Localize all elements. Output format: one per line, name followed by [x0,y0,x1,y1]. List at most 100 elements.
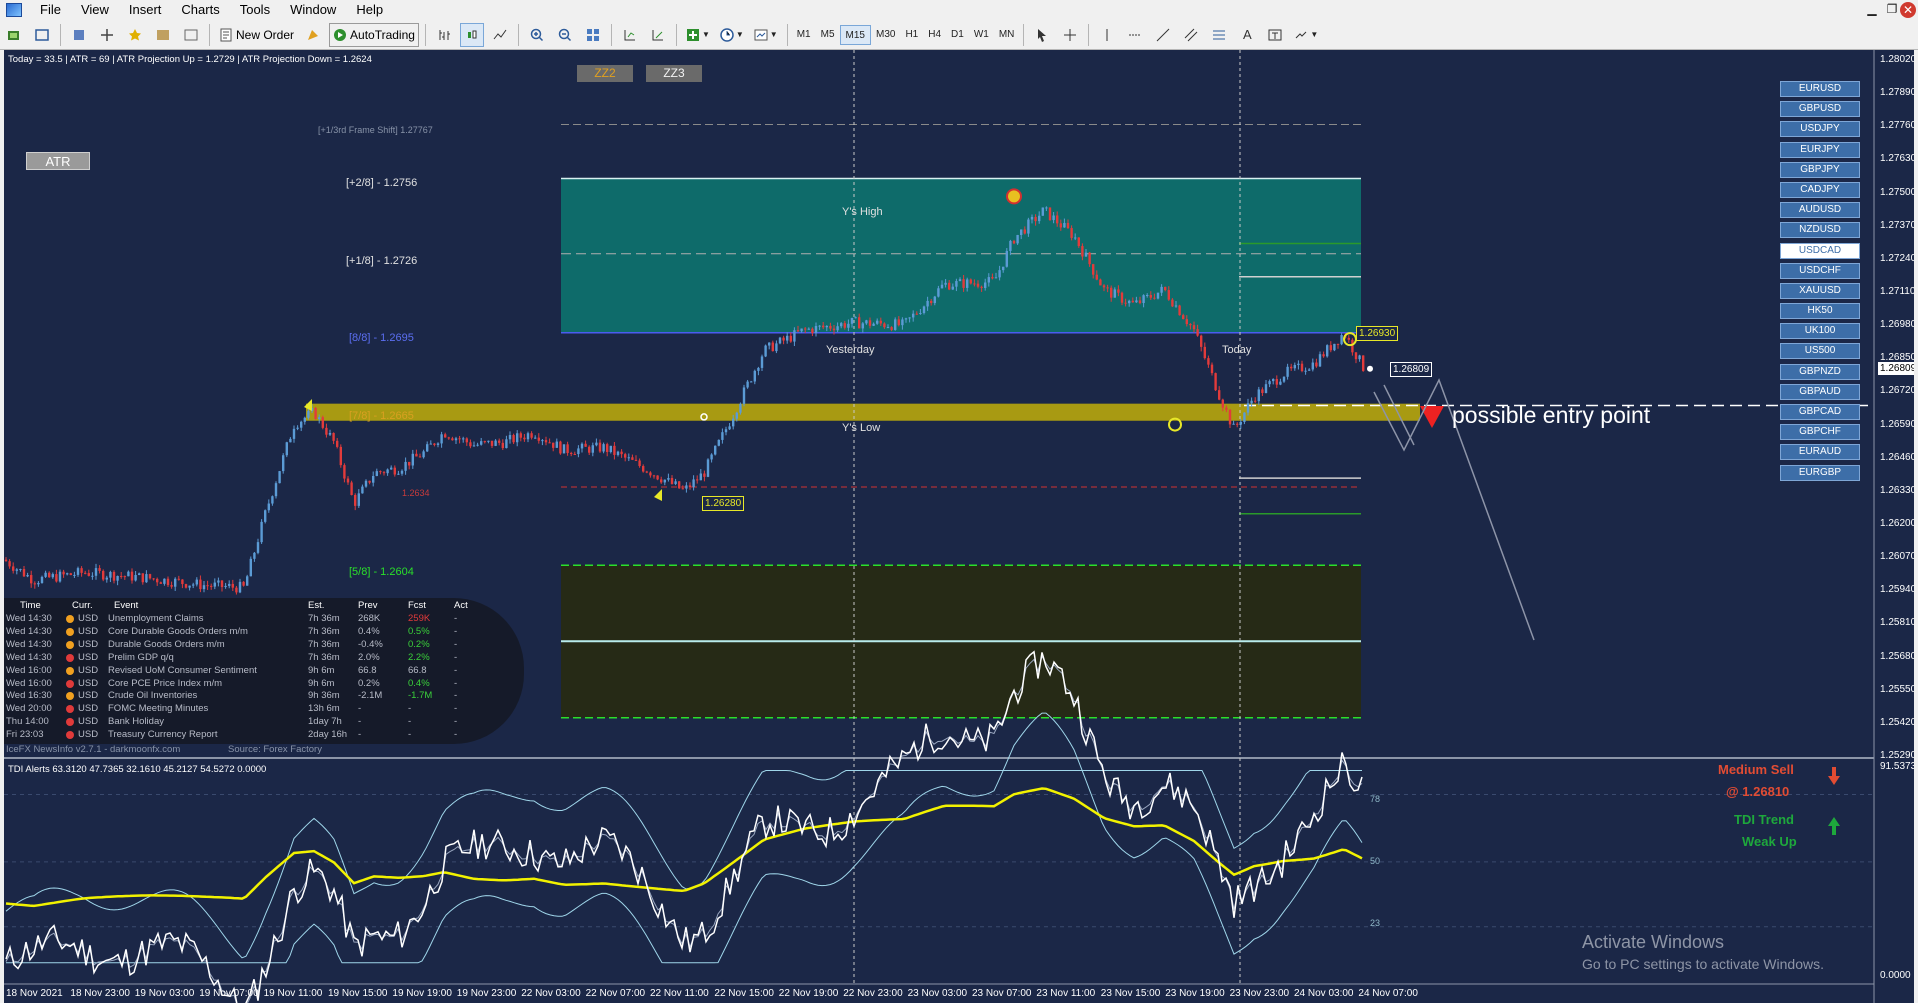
zoom-in-button[interactable] [525,23,549,47]
menu-tools[interactable]: Tools [230,0,280,20]
symbol-button-gbpjpy[interactable]: GBPJPY [1780,161,1860,178]
chart-window[interactable]: Today = 33.5 | ATR = 69 | ATR Projection… [4,50,1914,1003]
candle-body [660,479,663,483]
fibonacci-button[interactable] [1207,23,1231,47]
timeframe-m1[interactable]: M1 [792,25,816,45]
candle-body [616,451,620,455]
candle-body [156,578,159,583]
channel-button[interactable] [1179,23,1203,47]
label-button[interactable] [1263,23,1287,47]
candle-body [778,337,782,344]
candle-body [382,472,386,474]
tile-windows-button[interactable] [581,23,605,47]
candle-body [1102,285,1106,288]
symbol-button-audusd[interactable]: AUDUSD [1780,202,1860,219]
profiles-button[interactable] [30,23,54,47]
candle-body [685,485,688,489]
menu-help[interactable]: Help [346,0,393,20]
symbol-button-usdjpy[interactable]: USDJPY [1780,121,1860,138]
current-price-tag: 1.26809 [1390,362,1433,377]
clock-icon [720,27,734,42]
menu-insert[interactable]: Insert [119,0,172,20]
zz2-button[interactable]: ZZ2 [577,65,633,82]
horizontal-line-button[interactable] [1123,23,1147,47]
crosshair-button[interactable] [1058,23,1082,47]
impact-dot-icon [66,627,74,636]
cursor-button[interactable] [1030,23,1054,47]
symbol-button-gbpcad[interactable]: GBPCAD [1780,404,1860,420]
symbol-button-usdchf[interactable]: USDCHF [1780,262,1860,279]
line-chart-button[interactable] [488,23,512,47]
symbol-button-cadjpy[interactable]: CADJPY [1780,181,1860,198]
symbol-button-gbpchf[interactable]: GBPCHF [1780,424,1860,441]
menu-file[interactable]: File [30,0,71,20]
candle-body [69,573,72,576]
main-chart-canvas[interactable] [4,50,1914,1003]
symbol-button-gbpaud[interactable]: GBPAUD [1780,383,1860,400]
zoom-out-button[interactable] [553,23,577,47]
symbol-button-gbpusd[interactable]: GBPUSD [1780,101,1860,118]
symbol-button-eurjpy[interactable]: EURJPY [1780,141,1860,158]
menu-view[interactable]: View [71,0,119,20]
symbol-button-usdcad[interactable]: USDCAD [1780,242,1860,259]
templates-button[interactable]: ▼ [751,23,781,47]
indicators-button[interactable]: ▼ [683,23,713,47]
timeframe-m15[interactable]: M15 [839,24,871,45]
timeframe-h1[interactable]: H1 [900,25,923,45]
autotrading-button[interactable]: AutoTrading [329,22,419,47]
arrows-button[interactable]: ▼ [1291,23,1321,47]
symbol-button-gbpnzd[interactable]: GBPNZD [1780,363,1860,380]
candlestick-button[interactable] [459,22,484,47]
timeframe-mn[interactable]: MN [994,25,1020,45]
periods-button[interactable]: ▼ [717,23,747,47]
timeframe-d1[interactable]: D1 [946,25,969,45]
timeframe-w1[interactable]: W1 [969,25,994,45]
vertical-line-button[interactable] [1095,23,1119,47]
candle-body [1272,379,1275,382]
strategy-tester-button[interactable] [179,23,203,47]
terminal-button[interactable] [151,23,175,47]
symbol-button-nzdusd[interactable]: NZDUSD [1780,222,1860,239]
symbol-button-us500[interactable]: US500 [1780,343,1860,360]
data-window-button[interactable] [95,23,119,47]
timeframe-h4[interactable]: H4 [923,25,946,45]
news-cell: Wed 14:30 [6,613,52,624]
minimize-button[interactable]: ▁ [1862,1,1882,18]
candle-body [336,440,339,447]
market-watch-button[interactable] [67,23,91,47]
atr-button[interactable]: ATR [26,152,90,170]
candle-body [58,571,62,582]
candle-body [1002,266,1005,271]
symbol-button-hk50[interactable]: HK50 [1780,303,1860,320]
autoscroll-button[interactable] [646,23,670,47]
candle-body [1138,300,1142,304]
menu-charts[interactable]: Charts [171,0,229,20]
price-axis-label: 1.28020 [1880,54,1914,65]
candle-body [206,585,209,587]
chart-shift-button[interactable] [618,23,642,47]
timeframe-m5[interactable]: M5 [816,25,840,45]
date-axis-label: 23 Nov 23:00 [1229,988,1290,999]
symbol-button-uk100[interactable]: UK100 [1780,323,1860,340]
menu-window[interactable]: Window [280,0,346,20]
symbol-button-eurusd[interactable]: EURUSD [1780,81,1860,97]
bar-chart-button[interactable] [432,23,456,47]
new-chart-button[interactable] [2,23,26,47]
zz3-button[interactable]: ZZ3 [646,65,702,82]
candle-body [606,444,609,453]
symbol-button-eurgbp[interactable]: EURGBP [1780,464,1860,481]
new-order-button[interactable]: New Order [216,23,297,47]
date-axis-label: 24 Nov 03:00 [1294,988,1354,999]
price-axis-label: 1.26070 [1880,551,1914,563]
symbol-button-xauusd[interactable]: XAUUSD [1780,282,1860,299]
close-button[interactable]: ✕ [1900,2,1916,18]
metaeditor-button[interactable] [301,23,325,47]
navigator-button[interactable] [123,23,147,47]
text-button[interactable]: A [1235,23,1259,47]
trendline-button[interactable] [1151,23,1175,47]
news-footer-credit: IceFX NewsInfo v2.7.1 - darkmoonfx.com [6,744,181,755]
timeframe-m30[interactable]: M30 [871,25,900,45]
restore-button[interactable]: ❐ [1882,1,1902,18]
candle-body [267,503,270,511]
symbol-button-euraud[interactable]: EURAUD [1780,444,1860,461]
